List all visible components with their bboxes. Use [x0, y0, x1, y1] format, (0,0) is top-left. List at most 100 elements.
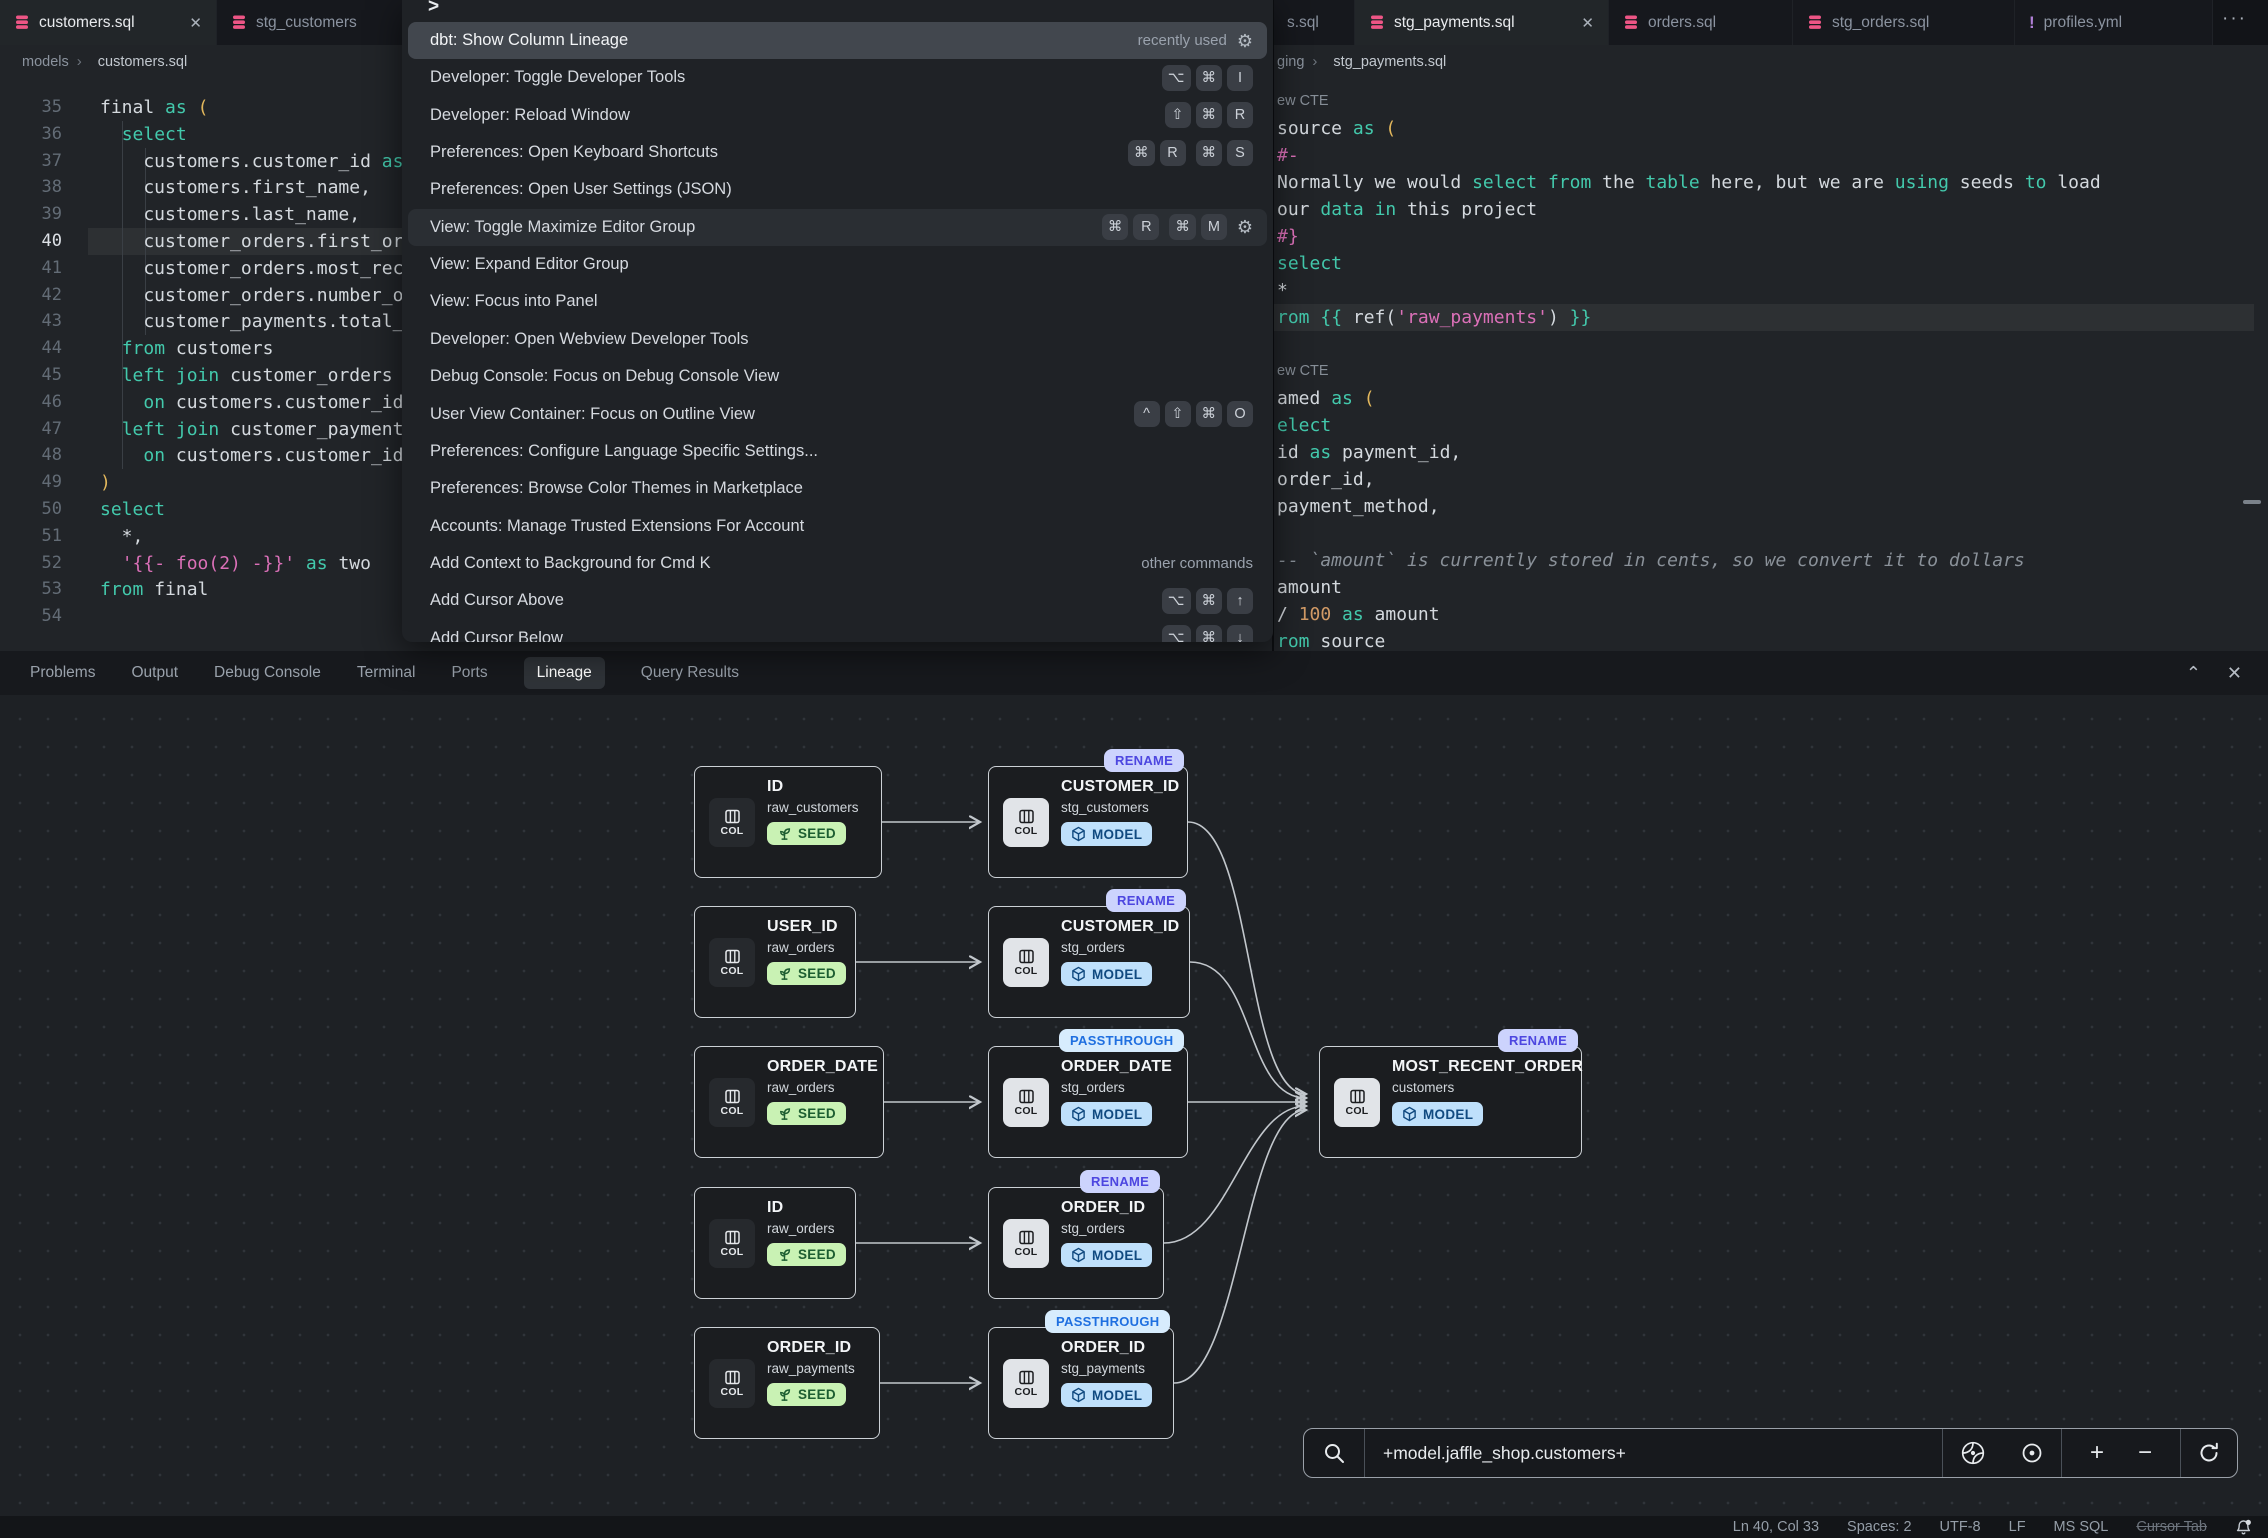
lineage-node-user_id-raw_orders[interactable]: COLUSER_IDraw_ordersSEED: [694, 906, 856, 1018]
lineage-query-input[interactable]: +model.jaffle_shop.customers+: [1365, 1429, 1943, 1477]
tab-stg_orders-sql[interactable]: stg_orders.sql: [1793, 0, 2015, 45]
cube-icon: [1071, 1247, 1086, 1263]
database-icon: [231, 14, 247, 31]
panel-tab-query-results[interactable]: Query Results: [641, 664, 739, 682]
lineage-node-id-raw_customers[interactable]: COLIDraw_customersSEED: [694, 766, 882, 878]
status-item-ms-sql[interactable]: MS SQL: [2054, 1519, 2109, 1535]
cursor-tab-status[interactable]: Cursor Tab: [2136, 1519, 2207, 1535]
palette-item[interactable]: Add Cursor Below⌥⌘↓: [408, 620, 1267, 642]
breadcrumb-folder[interactable]: models: [22, 54, 69, 70]
code-line: elect: [1277, 412, 1331, 439]
cube-icon: [1402, 1106, 1417, 1122]
palette-item[interactable]: View: Expand Editor Group: [408, 246, 1267, 283]
key-badge: M: [1201, 214, 1227, 240]
tab-s-sql[interactable]: s.sql: [1273, 0, 1355, 45]
lineage-node-order_date-raw_orders[interactable]: COLORDER_DATEraw_ordersSEED: [694, 1046, 884, 1158]
scrollbar-marker[interactable]: [2243, 500, 2261, 504]
palette-item-extras: ⇧⌘R: [1165, 102, 1254, 128]
gear-icon[interactable]: ⚙: [1237, 218, 1253, 236]
status-item-lf[interactable]: LF: [2009, 1519, 2026, 1535]
dbt-logo-icon[interactable]: [1960, 1440, 1986, 1466]
search-icon[interactable]: [1304, 1429, 1365, 1477]
breadcrumb-file[interactable]: stg_payments.sql: [1333, 54, 1446, 70]
tab-profiles-yml[interactable]: !profiles.yml: [2015, 0, 2213, 45]
palette-item[interactable]: Preferences: Open User Settings (JSON): [408, 171, 1267, 208]
palette-item[interactable]: Developer: Open Webview Developer Tools: [408, 321, 1267, 358]
tab-label: stg_customers: [256, 14, 357, 32]
status-item-utf-8[interactable]: UTF-8: [1940, 1519, 1981, 1535]
model-badge: MODEL: [1061, 1383, 1152, 1407]
zoom-in-button[interactable]: +: [2090, 1441, 2104, 1465]
palette-item[interactable]: View: Focus into Panel: [408, 283, 1267, 320]
palette-item[interactable]: dbt: Show Column Lineagerecently used⚙: [408, 22, 1267, 59]
palette-item[interactable]: Accounts: Manage Trusted Extensions For …: [408, 508, 1267, 545]
palette-item-extras: ^⇧⌘O: [1134, 401, 1254, 427]
rename-tag: RENAME: [1106, 889, 1186, 912]
key-badge: ⇧: [1165, 401, 1191, 427]
panel-tab-lineage[interactable]: Lineage: [524, 657, 605, 689]
node-title: ORDER_ID: [1061, 1199, 1163, 1217]
node-body: ORDER_DATEstg_ordersMODEL: [1061, 1047, 1187, 1127]
palette-item[interactable]: Add Cursor Above⌥⌘↑: [408, 582, 1267, 619]
focus-target-icon[interactable]: [2020, 1441, 2044, 1465]
lineage-canvas[interactable]: +model.jaffle_shop.customers+ + − COLIDr…: [0, 695, 2268, 1538]
lineage-node-id-raw_orders[interactable]: COLIDraw_ordersSEED: [694, 1187, 856, 1299]
node-subtitle: customers: [1392, 1080, 1581, 1095]
panel-tab-problems[interactable]: Problems: [30, 664, 95, 682]
code-line: order_id,: [1277, 466, 1375, 493]
gear-icon[interactable]: ⚙: [1237, 32, 1253, 50]
palette-item[interactable]: View: Toggle Maximize Editor Group⌘R⌘M⚙: [408, 209, 1267, 246]
breadcrumb[interactable]: ging › stg_payments.sql: [1273, 45, 2268, 78]
line-number: 40: [0, 228, 62, 255]
zoom-out-button[interactable]: −: [2138, 1441, 2152, 1465]
lineage-node-order_date-stg_orders[interactable]: COLORDER_DATEstg_ordersMODEL: [988, 1046, 1188, 1158]
lineage-edge: [1188, 822, 1306, 1094]
panel-tab-ports[interactable]: Ports: [451, 664, 487, 682]
breadcrumb-file[interactable]: customers.sql: [98, 54, 187, 70]
line-number: 43: [0, 308, 62, 335]
code-line: rom source: [1277, 628, 1385, 651]
lineage-node-order_id-raw_payments[interactable]: COLORDER_IDraw_paymentsSEED: [694, 1327, 880, 1439]
lineage-node-order_id-stg_payments[interactable]: COLORDER_IDstg_paymentsMODEL: [988, 1327, 1174, 1439]
tab-stg_payments-sql[interactable]: stg_payments.sql✕: [1355, 0, 1609, 45]
col-chip: COL: [1003, 1219, 1049, 1268]
bell-icon[interactable]: [2235, 1519, 2252, 1536]
yaml-warning-icon: !: [2029, 13, 2035, 33]
palette-item[interactable]: Preferences: Configure Language Specific…: [408, 433, 1267, 470]
key-badge: ⌥: [1162, 65, 1191, 91]
code-editor-stg-payments[interactable]: ew CTEsource as (#-Normally we would sel…: [1273, 78, 2268, 651]
cube-icon: [1071, 1387, 1086, 1403]
close-tab-icon[interactable]: ✕: [189, 14, 202, 32]
node-body: CUSTOMER_IDstg_ordersMODEL: [1061, 907, 1189, 987]
breadcrumb-folder[interactable]: ging: [1277, 54, 1304, 70]
palette-item[interactable]: Developer: Toggle Developer Tools⌥⌘I: [408, 59, 1267, 96]
seed-badge: SEED: [767, 1102, 846, 1125]
lineage-node-customer_id-stg_orders[interactable]: COLCUSTOMER_IDstg_ordersMODEL: [988, 906, 1190, 1018]
palette-item-label: Preferences: Configure Language Specific…: [430, 442, 818, 461]
palette-item[interactable]: User View Container: Focus on Outline Vi…: [408, 396, 1267, 433]
palette-item[interactable]: Preferences: Browse Color Themes in Mark…: [408, 470, 1267, 507]
palette-item[interactable]: Preferences: Open Keyboard Shortcuts⌘R⌘S: [408, 134, 1267, 171]
chevron-up-icon[interactable]: ⌃: [2186, 663, 2201, 684]
close-panel-icon[interactable]: ✕: [2227, 663, 2242, 684]
lineage-node-order_id-stg_orders[interactable]: COLORDER_IDstg_ordersMODEL: [988, 1187, 1164, 1299]
col-chip: COL: [1334, 1078, 1380, 1127]
panel-tab-debug-console[interactable]: Debug Console: [214, 664, 321, 682]
panel-tab-terminal[interactable]: Terminal: [357, 664, 416, 682]
lineage-node-customer_id-stg_customers[interactable]: COLCUSTOMER_IDstg_customersMODEL: [988, 766, 1188, 878]
tab-orders-sql[interactable]: orders.sql: [1609, 0, 1793, 45]
palette-item[interactable]: Debug Console: Focus on Debug Console Vi…: [408, 358, 1267, 395]
panel-tab-output[interactable]: Output: [131, 664, 178, 682]
lineage-node-most_recent_order-customers[interactable]: COLMOST_RECENT_ORDERcustomersMODEL: [1319, 1046, 1582, 1158]
more-tabs-icon[interactable]: ···: [2222, 8, 2247, 30]
status-item-spaces-2[interactable]: Spaces: 2: [1847, 1519, 1912, 1535]
palette-item[interactable]: Add Context to Background for Cmd Kother…: [408, 545, 1267, 582]
close-tab-icon[interactable]: ✕: [1581, 14, 1594, 32]
line-number: 35: [0, 94, 62, 121]
tab-stg_customers[interactable]: stg_customers: [217, 0, 417, 45]
status-item-ln-40-col-33[interactable]: Ln 40, Col 33: [1733, 1519, 1819, 1535]
palette-item[interactable]: Developer: Reload Window⇧⌘R: [408, 97, 1267, 134]
refresh-icon[interactable]: [2181, 1429, 2237, 1477]
tab-customers-sql[interactable]: customers.sql✕: [0, 0, 217, 45]
seed-badge: SEED: [767, 962, 846, 985]
